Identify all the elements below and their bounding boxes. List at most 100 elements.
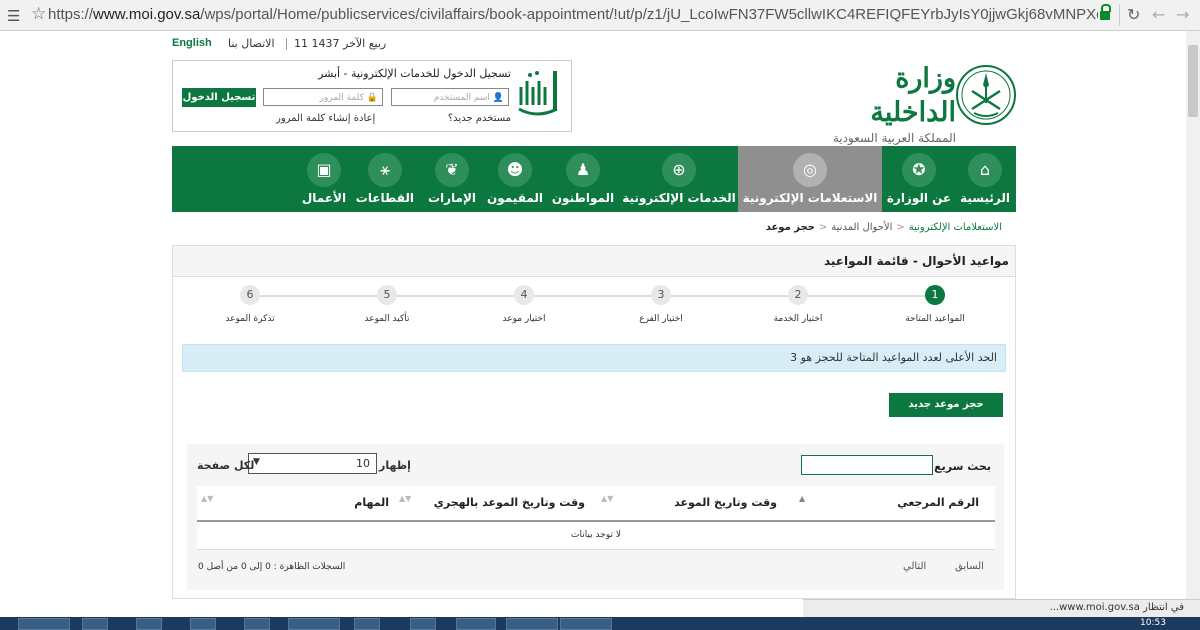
column-header-hijri-date[interactable]: وقت وتاريخ الموعد بالهجري: [434, 496, 585, 509]
login-button[interactable]: تسجيل الدخول: [182, 88, 256, 107]
taskbar-app-icon[interactable]: [456, 618, 496, 630]
os-taskbar: 10:53: [0, 617, 1200, 630]
lock-icon: [1100, 4, 1111, 20]
quick-search-input[interactable]: [801, 455, 933, 475]
taskbar-app-icon[interactable]: [190, 618, 216, 630]
taskbar-app-icon[interactable]: [410, 618, 436, 630]
sort-icon[interactable]: ▲▼: [201, 494, 213, 503]
scrollbar-thumb[interactable]: [1188, 45, 1198, 117]
pager-next-button[interactable]: التالي: [903, 561, 926, 572]
taskbar-app-icon[interactable]: [244, 618, 270, 630]
new-user-link[interactable]: مستخدم جديد؟: [448, 113, 511, 124]
nav-citizens[interactable]: ♟ المواطنون: [550, 146, 616, 212]
map-icon: ❦: [445, 160, 459, 179]
nav-emirates[interactable]: ❦ الإمارات: [424, 146, 480, 212]
nav-label: الأعمال: [301, 191, 347, 205]
page-size-select[interactable]: 10 ▼: [248, 453, 377, 474]
menu-icon[interactable]: ☰: [7, 7, 20, 25]
page-size-value: 10: [356, 457, 370, 470]
ministry-name: وزارة الداخلية: [870, 63, 956, 128]
taskbar-app-icon[interactable]: [18, 618, 70, 630]
nav-e-services[interactable]: ⊕ الخدمات الإلكترونية: [622, 146, 736, 212]
ministry-logo-text[interactable]: وزارة الداخلية المملكة العربية السعودية: [806, 62, 956, 146]
breadcrumb: الاستعلامات الإلكترونية<الأحوال المدنية<…: [766, 222, 1002, 233]
quick-search-label: بحث سريع :: [925, 460, 991, 473]
url-path: /wps/portal/Home/publicservices/civilaff…: [200, 6, 1098, 23]
breadcrumb-separator: <: [818, 222, 828, 233]
top-strip: English الاتصال بنا 11 ربيع الآخر 1437: [172, 37, 1018, 53]
wizard-step-number: 1: [925, 285, 945, 305]
per-page-label: لكل صفحة: [197, 459, 255, 472]
url-host: www.moi.gov.sa: [93, 6, 201, 23]
browser-toolbar: ☰ ☆ https://www.moi.gov.sa/wps/portal/Ho…: [0, 0, 1200, 31]
home-icon: ⌂: [979, 160, 991, 179]
sort-icon[interactable]: ▲▼: [601, 494, 613, 503]
nav-label: الاستعلامات الإلكترونية: [742, 191, 878, 205]
taskbar-browser-icon[interactable]: [288, 618, 340, 630]
saudi-emblem-icon: [956, 65, 1016, 125]
taskbar-app-icon[interactable]: [354, 618, 380, 630]
main-navigation: ⌂ الرئيسية ✪ عن الوزارة ◎ الاستعلامات ال…: [172, 146, 1016, 212]
wizard-step-6: 6 تذكرة الموعد: [190, 285, 310, 324]
address-bar[interactable]: https://www.moi.gov.sa/wps/portal/Home/p…: [48, 6, 1098, 23]
wizard-step-3: 3 اختيار الفرع: [601, 285, 721, 324]
column-header-date[interactable]: وقت وتاريخ الموعد: [674, 496, 777, 509]
username-field[interactable]: 👤 اسم المستخدم: [391, 88, 509, 106]
login-title: تسجيل الدخول للخدمات الإلكترونية - أبشر: [318, 67, 511, 80]
wizard-step-label: تذكرة الموعد: [225, 314, 275, 324]
bookmark-star-icon[interactable]: ☆: [31, 4, 46, 24]
toolbar-divider: [1119, 4, 1120, 26]
back-icon[interactable]: ←: [1152, 5, 1165, 24]
wizard-step-5: 5 تأكيد الموعد: [327, 285, 447, 324]
records-info: السجلات الظاهرة : 0 إلى 0 من أصل 0: [198, 562, 346, 572]
taskbar-app-icon[interactable]: [136, 618, 162, 630]
browser-status-bar: في انتظار www.moi.gov.sa...: [803, 599, 1200, 618]
reset-password-link[interactable]: إعادة إنشاء كلمة المرور: [276, 113, 375, 124]
page-scrollbar[interactable]: [1186, 31, 1200, 599]
taskbar-app-icon[interactable]: [82, 618, 108, 630]
wizard-step-number: 4: [514, 285, 534, 305]
wizard-step-1: 1 المواعيد المتاحة: [875, 285, 995, 324]
wizard-step-4: 4 اختيار موعد: [464, 285, 584, 324]
breadcrumb-e-inquiries[interactable]: الاستعلامات الإلكترونية: [909, 222, 1002, 233]
breadcrumb-civil-affairs[interactable]: الأحوال المدنية: [831, 222, 892, 233]
nav-business[interactable]: ▣ الأعمال: [296, 146, 352, 212]
emblem-icon: ✪: [912, 160, 926, 179]
show-label: إظهار: [379, 459, 411, 472]
taskbar-app-icon[interactable]: [560, 618, 612, 630]
new-appointment-button[interactable]: حجز موعد جديد: [889, 393, 1003, 417]
nav-e-inquiries[interactable]: ◎ الاستعلامات الإلكترونية: [738, 146, 882, 212]
nav-sectors[interactable]: ⚹ القطاعات: [356, 146, 414, 212]
pager-previous-button[interactable]: السابق: [955, 561, 984, 572]
breadcrumb-current: حجز موعد: [765, 222, 815, 233]
password-field[interactable]: 🔒 كلمة المرور: [263, 88, 383, 106]
sort-icon[interactable]: ▲▼: [399, 494, 411, 503]
wizard-step-label: اختيار موعد: [502, 314, 546, 324]
contact-link[interactable]: الاتصال بنا: [228, 37, 275, 50]
column-header-tasks[interactable]: المهام: [354, 496, 389, 509]
appointments-table-area: بحث سريع : إظهار 10 ▼ لكل صفحة الرقم الم…: [187, 444, 1004, 590]
forward-icon[interactable]: →: [1176, 5, 1189, 24]
english-link[interactable]: English: [172, 37, 212, 49]
citizen-icon: ♟: [575, 160, 591, 179]
status-text: في انتظار www.moi.gov.sa...: [1049, 602, 1184, 613]
absher-logo-icon: [518, 71, 558, 116]
breadcrumb-separator: <: [896, 222, 905, 233]
sort-asc-icon[interactable]: ▲: [799, 494, 805, 503]
nav-residents[interactable]: ☻ المقيمون: [482, 146, 548, 212]
wizard-step-2: 2 اختيار الخدمة: [738, 285, 858, 324]
divider: [286, 38, 287, 50]
wizard-step-label: اختيار الخدمة: [773, 314, 823, 324]
briefcase-icon: ▣: [316, 160, 332, 179]
share-icon: ⚹: [380, 160, 390, 179]
nav-label: الرئيسية: [960, 191, 1010, 205]
reload-icon[interactable]: ↻: [1127, 5, 1140, 24]
ministry-subtitle: المملكة العربية السعودية: [832, 131, 956, 145]
nav-about[interactable]: ✪ عن الوزارة: [884, 146, 954, 212]
wizard-step-number: 6: [240, 285, 260, 305]
residents-icon: ☻: [506, 160, 524, 179]
nav-home[interactable]: ⌂ الرئيسية: [954, 146, 1016, 212]
wizard-step-number: 3: [651, 285, 671, 305]
taskbar-app-icon[interactable]: [506, 618, 558, 630]
column-header-reference[interactable]: الرقم المرجعي: [897, 496, 979, 509]
